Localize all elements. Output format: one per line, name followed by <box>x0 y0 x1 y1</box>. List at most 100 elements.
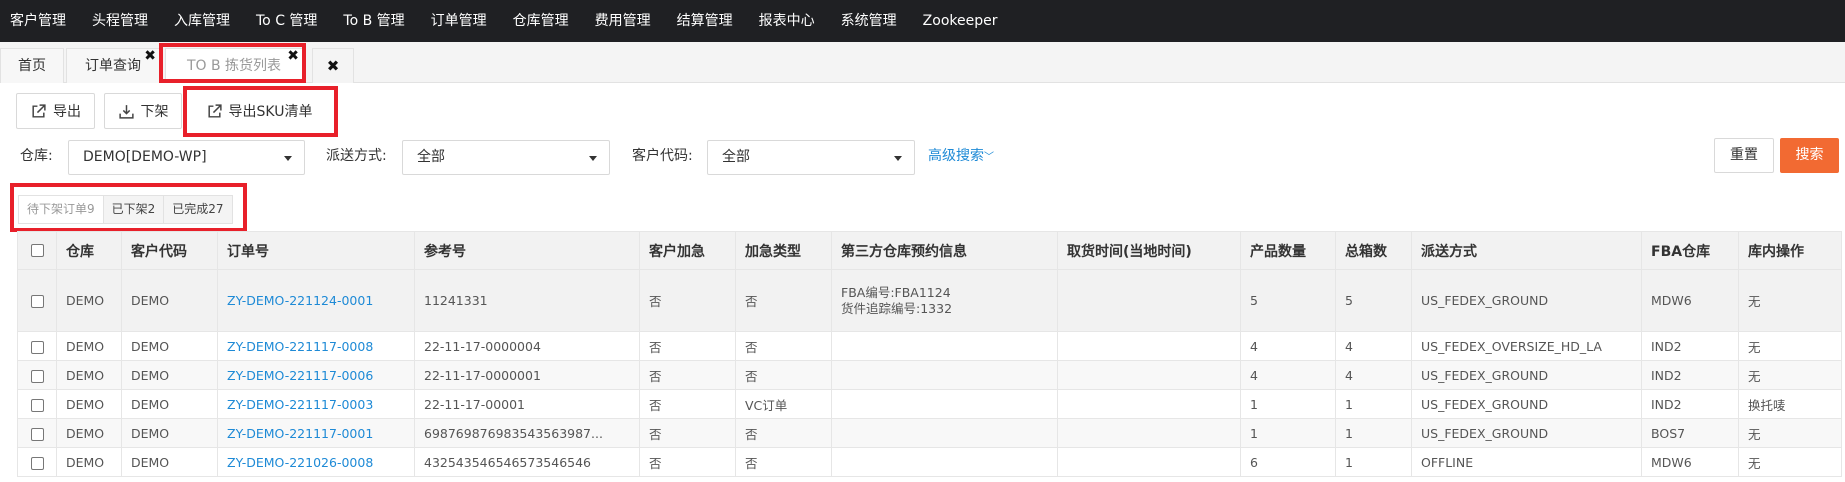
shelve-button[interactable]: 下架 <box>104 93 182 129</box>
picking-table: 仓库 客户代码 订单号 参考号 客户加急 加急类型 第三方仓库预约信息 取货时间… <box>17 231 1842 477</box>
cell-pickup-time <box>1057 331 1241 361</box>
status-tab-pending[interactable]: 待下架订单9 <box>18 195 104 224</box>
cell-operation: 无 <box>1738 447 1842 477</box>
nav-item-orders[interactable]: 订单管理 <box>421 0 503 42</box>
caret-down-icon <box>589 156 597 161</box>
column-header: 参考号 <box>414 231 640 270</box>
row-checkbox[interactable] <box>30 427 44 441</box>
export-icon <box>207 103 222 118</box>
cell-fba-warehouse: IND2 <box>1641 389 1739 419</box>
column-header: 派送方式 <box>1411 231 1642 270</box>
column-header: 库内操作 <box>1738 231 1842 270</box>
row-checkbox[interactable] <box>30 456 44 470</box>
order-link[interactable]: ZY-DEMO-221117-0006 <box>227 368 373 383</box>
column-header: 第三方仓库预约信息 <box>831 231 1058 270</box>
cell-customer: DEMO <box>121 418 218 448</box>
cell-pickup-time <box>1057 389 1241 419</box>
search-button[interactable]: 搜索 <box>1780 138 1839 173</box>
delivery-method-select[interactable]: 全部 <box>402 140 610 175</box>
status-tab-completed[interactable]: 已完成27 <box>163 195 233 224</box>
order-link[interactable]: ZY-DEMO-221117-0008 <box>227 339 373 354</box>
cell-boxes: 4 <box>1335 360 1412 390</box>
cell-third-party <box>831 418 1058 448</box>
cell-delivery: US_FEDEX_GROUND <box>1411 418 1642 448</box>
nav-item-to-c[interactable]: To C 管理 <box>246 0 333 42</box>
nav-item-system[interactable]: 系统管理 <box>831 0 913 42</box>
table-header-row: 仓库 客户代码 订单号 参考号 客户加急 加急类型 第三方仓库预约信息 取货时间… <box>17 231 1842 270</box>
select-all-cell <box>17 231 57 270</box>
nav-item-to-b[interactable]: To B 管理 <box>333 0 420 42</box>
cell-customer: DEMO <box>121 331 218 361</box>
customer-code-select-value: 全部 <box>722 149 750 165</box>
caret-down-icon <box>284 156 292 161</box>
cell-warehouse: DEMO <box>56 331 122 361</box>
row-checkbox[interactable] <box>30 340 44 354</box>
cell-boxes: 1 <box>1335 389 1412 419</box>
close-icon[interactable]: ✖ <box>287 39 299 73</box>
customer-code-label: 客户代码: <box>632 148 693 164</box>
customer-code-select[interactable]: 全部 <box>707 140 915 175</box>
delivery-method-select-value: 全部 <box>417 149 445 165</box>
nav-item-settlement[interactable]: 结算管理 <box>667 0 749 42</box>
cell-order-no: ZY-DEMO-221117-0006 <box>217 360 415 390</box>
cell-fba-warehouse: MDW6 <box>1641 447 1739 477</box>
chevron-down-icon: ﹀ <box>984 152 994 163</box>
order-link[interactable]: ZY-DEMO-221117-0001 <box>227 426 373 441</box>
cell-fba-warehouse: BOS7 <box>1641 418 1739 448</box>
tab-to-b-picking-list[interactable]: TO B 拣货列表 ✖ <box>165 48 303 83</box>
tab-to-b-picking-list-label: TO B 拣货列表 <box>186 58 282 74</box>
cell-qty: 1 <box>1240 389 1336 419</box>
cell-qty: 4 <box>1240 360 1336 390</box>
row-select-cell <box>17 269 57 332</box>
cell-urgent-type: 否 <box>735 418 832 448</box>
cell-order-no: ZY-DEMO-221124-0001 <box>217 269 415 332</box>
export-sku-list-button[interactable]: 导出SKU清单 <box>190 93 328 129</box>
table-row: DEMO DEMO ZY-DEMO-221026-0008 4325435465… <box>17 447 1842 477</box>
close-all-tabs-icon[interactable]: ✖ <box>312 48 354 83</box>
nav-item-fees[interactable]: 费用管理 <box>585 0 667 42</box>
tab-home[interactable]: 首页 <box>0 48 64 83</box>
status-tab-shelved[interactable]: 已下架2 <box>102 195 165 224</box>
warehouse-select-value: DEMO[DEMO-WP] <box>83 149 207 165</box>
select-all-checkbox[interactable] <box>30 244 44 257</box>
cell-third-party <box>831 389 1058 419</box>
cell-ref-no: 22-11-17-0000001 <box>414 360 640 390</box>
reset-button[interactable]: 重置 <box>1714 138 1774 173</box>
warehouse-select[interactable]: DEMO[DEMO-WP] <box>68 140 305 175</box>
cell-urgent: 否 <box>639 360 736 390</box>
cell-customer: DEMO <box>121 447 218 477</box>
nav-item-reports[interactable]: 报表中心 <box>749 0 831 42</box>
nav-item-customer[interactable]: 客户管理 <box>0 0 82 42</box>
nav-item-zookeeper[interactable]: Zookeeper <box>913 0 1014 42</box>
download-icon <box>118 104 134 119</box>
export-button[interactable]: 导出 <box>16 93 95 129</box>
cell-ref-no: 432543546546573546546 <box>414 447 640 477</box>
caret-down-icon <box>894 156 902 161</box>
table-row: DEMO DEMO ZY-DEMO-221117-0008 22-11-17-0… <box>17 331 1842 361</box>
cell-qty: 4 <box>1240 331 1336 361</box>
row-checkbox[interactable] <box>30 295 44 308</box>
cell-delivery: US_FEDEX_GROUND <box>1411 389 1642 419</box>
tab-order-query[interactable]: 订单查询 ✖ <box>66 48 160 83</box>
nav-item-warehouse[interactable]: 仓库管理 <box>503 0 585 42</box>
cell-delivery: US_FEDEX_GROUND <box>1411 360 1642 390</box>
delivery-method-label: 派送方式: <box>326 148 387 164</box>
nav-item-inbound[interactable]: 入库管理 <box>164 0 246 42</box>
row-select-cell <box>17 418 57 448</box>
order-link[interactable]: ZY-DEMO-221124-0001 <box>227 293 373 308</box>
cell-urgent-type: 否 <box>735 269 832 332</box>
nav-item-first-leg[interactable]: 头程管理 <box>82 0 164 42</box>
cell-urgent: 否 <box>639 418 736 448</box>
cell-pickup-time <box>1057 418 1241 448</box>
cell-qty: 5 <box>1240 269 1336 332</box>
table-row: DEMO DEMO ZY-DEMO-221124-0001 11241331 否… <box>17 269 1842 332</box>
row-checkbox[interactable] <box>30 369 44 383</box>
cell-warehouse: DEMO <box>56 389 122 419</box>
cell-order-no: ZY-DEMO-221026-0008 <box>217 447 415 477</box>
order-link[interactable]: ZY-DEMO-221026-0008 <box>227 455 373 470</box>
close-icon[interactable]: ✖ <box>144 39 156 73</box>
row-select-cell <box>17 331 57 361</box>
order-link[interactable]: ZY-DEMO-221117-0003 <box>227 397 373 412</box>
advanced-search-link[interactable]: 高级搜索﹀ <box>928 146 994 168</box>
row-checkbox[interactable] <box>30 398 44 412</box>
